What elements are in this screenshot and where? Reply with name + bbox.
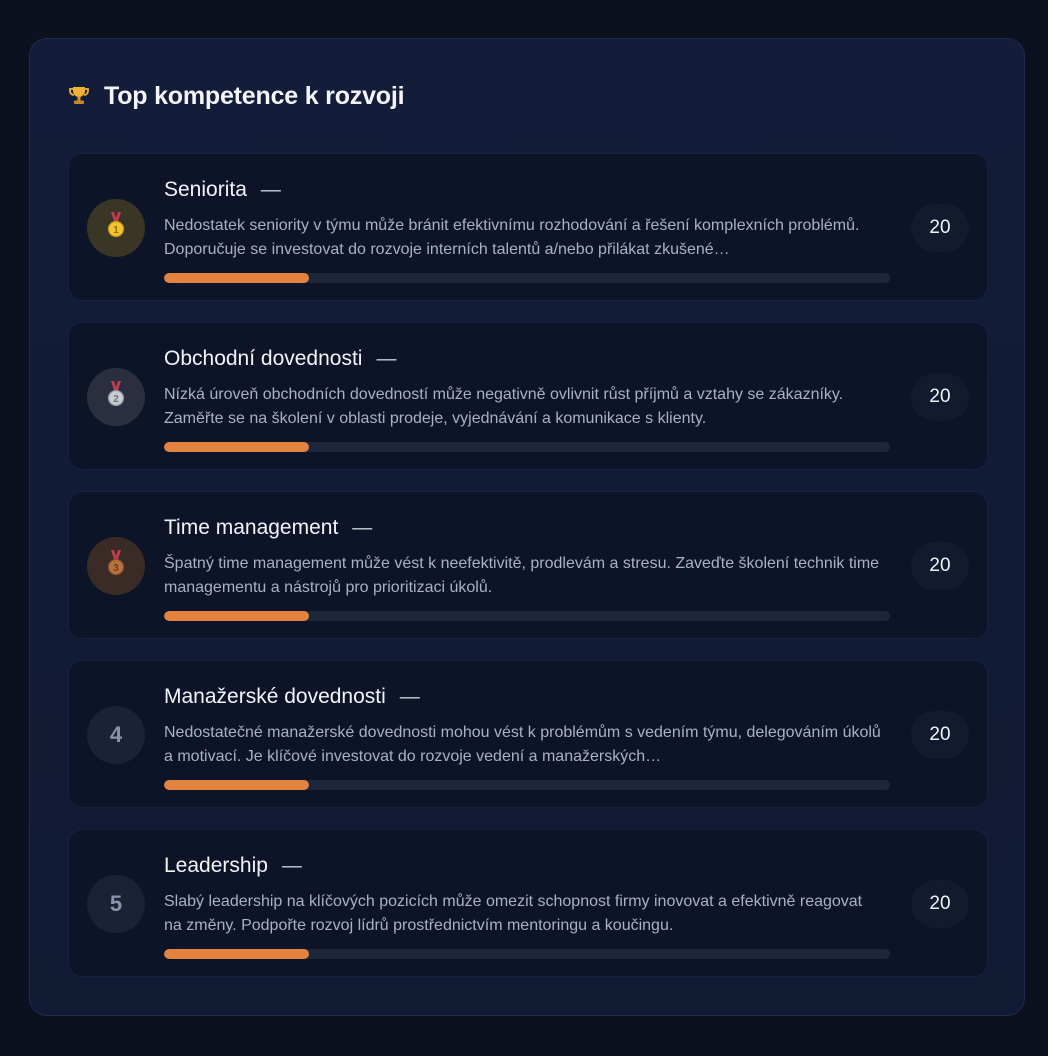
trend-indicator: — (352, 516, 373, 539)
progress-bar-fill (164, 780, 310, 790)
competency-title: Manažerské dovednosti (164, 685, 386, 708)
competency-title: Seniorita (164, 178, 247, 201)
competency-description: Nízká úroveň obchodních dovedností může … (164, 386, 844, 427)
card-header: Top kompetence k rozvoji (66, 81, 405, 111)
trend-indicator: — (376, 347, 397, 370)
competency-item[interactable]: 2 Obchodní dovednosti — Nízká úroveň obc… (68, 322, 988, 470)
svg-text:2: 2 (113, 394, 119, 405)
rank-number: 5 (109, 891, 123, 916)
gold-medal-icon: 1 (106, 212, 126, 244)
item-title-row: Time management — (164, 514, 372, 542)
competency-description: Nedostatek seniority v týmu může bránit … (164, 217, 860, 258)
score-badge: 20 (911, 204, 969, 252)
competency-item[interactable]: 3 Time management — Špatný time manageme… (68, 491, 988, 639)
item-title-row: Seniorita — (164, 176, 281, 204)
trophy-icon (66, 83, 92, 109)
progress-bar-fill (164, 949, 310, 959)
competency-item[interactable]: 1 Seniorita — Nedostatek seniority v tým… (68, 153, 988, 301)
card-title: Top kompetence k rozvoji (104, 81, 405, 110)
competency-title: Leadership (164, 854, 268, 877)
progress-bar-fill (164, 273, 310, 283)
progress-bar (164, 949, 890, 959)
progress-bar (164, 273, 890, 283)
competency-list: 1 Seniorita — Nedostatek seniority v tým… (68, 153, 988, 998)
rank-number: 4 (109, 722, 123, 747)
item-title-row: Leadership — (164, 852, 302, 880)
rank-badge: 3 (87, 537, 145, 595)
rank-badge: 5 (87, 875, 145, 933)
item-title-row: Manažerské dovednosti — (164, 683, 420, 711)
score-badge: 20 (911, 711, 969, 759)
trend-indicator: — (281, 854, 302, 877)
silver-medal-icon: 2 (106, 381, 126, 413)
competencies-card: Top kompetence k rozvoji 1 Seniorita — N… (29, 38, 1025, 1016)
bronze-medal-icon: 3 (106, 550, 126, 582)
competency-description: Slabý leadership na klíčových pozicích m… (164, 893, 863, 934)
rank-badge: 4 (87, 706, 145, 764)
competency-description: Špatný time management může vést k neefe… (164, 555, 880, 596)
score-badge: 20 (911, 542, 969, 590)
progress-bar (164, 442, 890, 452)
competency-description: Nedostatečné manažerské dovednosti mohou… (164, 724, 881, 765)
trend-indicator: — (260, 178, 281, 201)
progress-bar (164, 611, 890, 621)
competency-title: Time management (164, 516, 339, 539)
rank-badge: 1 (87, 199, 145, 257)
score-badge: 20 (911, 373, 969, 421)
svg-text:1: 1 (113, 225, 119, 236)
progress-bar-fill (164, 611, 310, 621)
progress-bar (164, 780, 890, 790)
trend-indicator: — (399, 685, 420, 708)
competency-item[interactable]: 5 Leadership — Slabý leadership na klíčo… (68, 829, 988, 977)
score-badge: 20 (911, 880, 969, 928)
competency-item[interactable]: 4 Manažerské dovednosti — Nedostatečné m… (68, 660, 988, 808)
rank-badge: 2 (87, 368, 145, 426)
item-title-row: Obchodní dovednosti — (164, 345, 396, 373)
competency-title: Obchodní dovednosti (164, 347, 363, 370)
progress-bar-fill (164, 442, 310, 452)
svg-text:3: 3 (113, 563, 119, 574)
